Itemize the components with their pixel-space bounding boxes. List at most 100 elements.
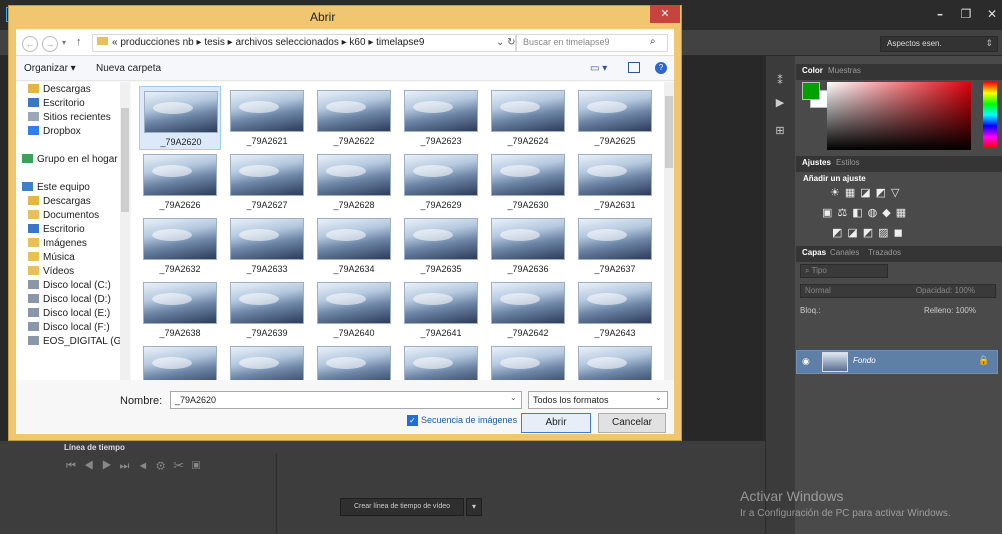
nav-item[interactable]: Grupo en el hogar [22,154,118,168]
history-icon[interactable]: ⁑ [771,74,789,88]
nav-item[interactable]: Disco local (D:) [28,294,111,308]
refresh-icon[interactable]: ⌄ ↻ [496,37,516,48]
tab-adjustments[interactable]: Ajustes [802,158,831,167]
fill-value[interactable]: 100% [956,306,976,315]
file-item[interactable] [226,342,308,380]
nav-item[interactable]: EOS_DIGITAL (G:) [28,336,120,350]
foreground-color-swatch[interactable] [802,82,820,100]
timeline-tab[interactable]: Línea de tiempo [64,443,125,452]
file-item[interactable]: _79A2627 [226,150,308,214]
nav-item[interactable]: Documentos [28,210,99,224]
dialog-titlebar[interactable] [8,5,682,29]
visibility-eye-icon[interactable]: ◉ [802,356,810,367]
tab-channels[interactable]: Canales [830,248,859,257]
nav-item[interactable]: Descargas [28,196,91,210]
timeline-type-dropdown[interactable]: ▾ [466,498,482,516]
timeline-controls[interactable]: ⏮◀▶⏭◄⚙✂▣ [66,460,209,473]
file-item[interactable]: _79A2623 [400,86,482,150]
file-item[interactable]: _79A2633 [226,214,308,278]
nav-item[interactable]: Dropbox [28,126,81,140]
dialog-close-button[interactable]: ✕ [650,5,680,23]
organize-button[interactable]: Organizar ▾ [24,63,76,74]
file-item[interactable]: _79A2625 [574,86,656,150]
file-item[interactable]: _79A2636 [487,214,569,278]
file-item[interactable]: _79A2621 [226,86,308,150]
adjustment-icons-row-1[interactable]: ☀▦◪◩▽ [830,186,905,199]
file-scrollbar-thumb[interactable] [665,96,673,168]
help-icon[interactable]: ? [655,62,667,74]
file-item[interactable]: _79A2622 [313,86,395,150]
preview-pane-icon[interactable] [628,62,640,73]
nav-item[interactable]: Imágenes [28,238,87,252]
up-button[interactable]: ↑ [76,36,82,48]
path-breadcrumb[interactable]: « producciones nb ▸ tesis ▸ archivos sel… [92,34,516,52]
breadcrumb-archivos[interactable]: archivos seleccionados [235,37,338,48]
workspace-select[interactable]: Aspectos esen. [880,36,998,52]
file-item[interactable]: _79A2631 [574,150,656,214]
file-item[interactable] [487,342,569,380]
tab-color[interactable]: Color [802,66,823,75]
breadcrumb-tesis[interactable]: tesis [204,37,225,48]
file-item[interactable] [400,342,482,380]
nav-item[interactable]: Vídeos [28,266,74,280]
nav-item[interactable]: Disco local (C:) [28,280,111,294]
back-button[interactable]: ← [22,36,38,52]
file-item[interactable]: _79A2640 [313,278,395,342]
file-item[interactable]: _79A2641 [400,278,482,342]
breadcrumb-k60[interactable]: k60 [349,37,365,48]
nav-item[interactable]: Disco local (E:) [28,308,110,322]
blend-mode-select[interactable]: Normal Opacidad: 100% [800,284,996,298]
file-item[interactable]: _79A2620 [139,86,221,150]
cancel-button[interactable]: Cancelar [598,413,666,433]
close-app-button[interactable]: ✕ [980,4,1002,24]
recent-locations-icon[interactable]: ▾ [62,38,66,47]
file-item[interactable]: _79A2635 [400,214,482,278]
tab-styles[interactable]: Estilos [836,158,860,167]
minimize-button[interactable]: – [928,4,952,24]
file-item[interactable] [313,342,395,380]
nav-item[interactable]: Escritorio [28,224,85,238]
nav-item[interactable]: Música [28,252,75,266]
filename-input[interactable]: _79A2620 [170,391,522,409]
forward-button[interactable]: → [42,36,58,52]
tab-paths[interactable]: Trazados [868,248,901,257]
play-icon[interactable]: ▶ [771,96,789,110]
tab-swatches[interactable]: Muestras [828,66,861,75]
nav-item[interactable]: Escritorio [28,98,85,112]
file-item[interactable]: _79A2630 [487,150,569,214]
breadcrumb-producciones[interactable]: producciones nb [120,37,193,48]
layer-name[interactable]: Fondo [853,356,876,365]
nav-item[interactable]: Este equipo [22,182,90,196]
open-button[interactable]: Abrir [521,413,591,433]
nav-item[interactable]: Sitios recientes [28,112,111,126]
nav-item[interactable]: Disco local (F:) [28,322,110,336]
file-item[interactable]: _79A2629 [400,150,482,214]
file-item[interactable] [139,342,221,380]
file-item[interactable]: _79A2642 [487,278,569,342]
file-item[interactable]: _79A2639 [226,278,308,342]
properties-icon[interactable]: ⊞ [771,124,789,138]
file-item[interactable]: _79A2628 [313,150,395,214]
file-item[interactable]: _79A2638 [139,278,221,342]
color-spectrum[interactable] [827,82,971,150]
file-item[interactable]: _79A2632 [139,214,221,278]
file-type-select[interactable]: Todos los formatos [528,391,668,409]
chevron-down-icon[interactable]: ⌄ [510,393,517,402]
image-sequence-checkbox[interactable]: ✓ [407,415,418,426]
file-item[interactable]: _79A2637 [574,214,656,278]
restore-button[interactable]: ❐ [954,4,978,24]
hue-slider[interactable] [983,82,997,148]
adjustment-icons-row-2[interactable]: ▣⚖◧◍◆▦ [822,206,911,219]
breadcrumb-timelapse9[interactable]: timelapse9 [376,37,424,48]
search-input[interactable]: Buscar en timelapse9 [516,34,668,52]
file-item[interactable]: _79A2634 [313,214,395,278]
create-video-timeline-button[interactable]: Crear línea de tiempo de vídeo [340,498,464,516]
file-item[interactable]: _79A2624 [487,86,569,150]
file-item[interactable] [574,342,656,380]
adjustment-icons-row-3[interactable]: ◩◪◩▨◼ [832,226,908,239]
nav-item[interactable]: Descargas [28,84,91,98]
search-icon[interactable]: ⌕ [650,36,656,47]
opacity-value[interactable]: 100% [955,286,975,295]
file-item[interactable]: _79A2626 [139,150,221,214]
layer-filter[interactable]: ⌕ Tipo [800,264,888,278]
